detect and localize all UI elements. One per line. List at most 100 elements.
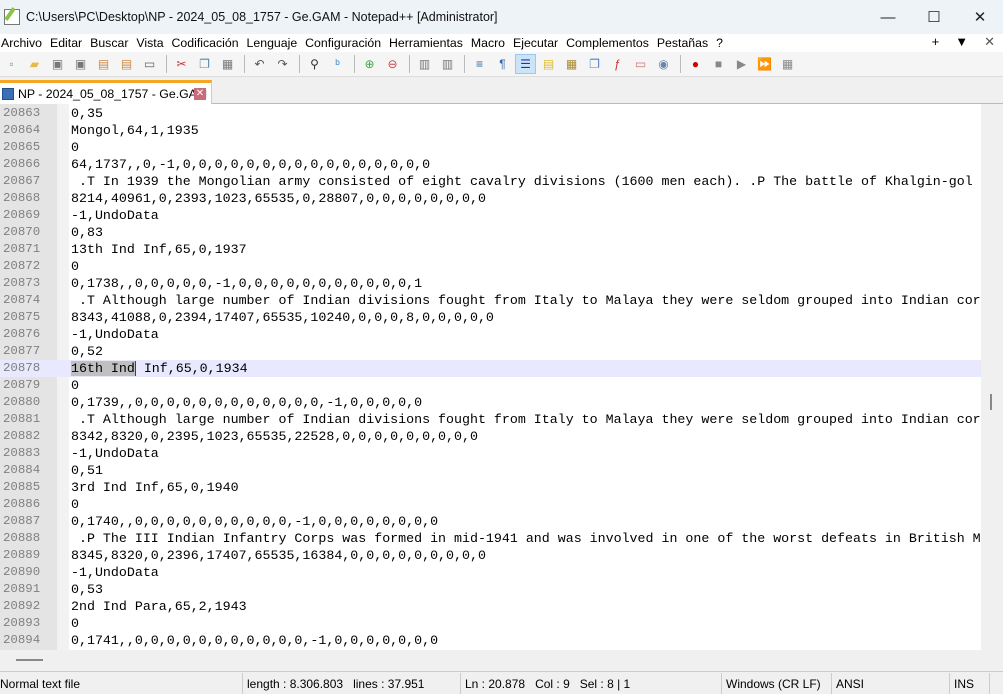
horizontal-scrollbar[interactable] bbox=[0, 650, 1003, 672]
doc-list-icon[interactable]: ❐ bbox=[584, 54, 605, 74]
close-all-icon[interactable]: ▤ bbox=[116, 54, 137, 74]
menu-help[interactable]: ? bbox=[715, 36, 730, 50]
editor-line[interactable]: 20882 8342,8320,0,2395,1023,65535,22528,0… bbox=[0, 428, 981, 445]
editor-line[interactable]: 20893 0 bbox=[0, 615, 981, 632]
menu-lenguaje[interactable]: Lenguaje bbox=[246, 36, 305, 50]
editor-line[interactable]: 20885 3rd Ind Inf,65,0,1940 bbox=[0, 479, 981, 496]
editor-line[interactable]: 20883 -1,UndoData bbox=[0, 445, 981, 462]
menu-complementos[interactable]: Complementos bbox=[565, 36, 656, 50]
line-number: 20883 bbox=[3, 446, 41, 461]
save-macro-icon[interactable]: ▦ bbox=[777, 54, 798, 74]
editor-line[interactable]: 20872 0 bbox=[0, 258, 981, 275]
editor-line[interactable]: 20874 .T Although large number of Indian… bbox=[0, 292, 981, 309]
line-text: 0,51 bbox=[71, 463, 103, 479]
new-tab-button[interactable]: + bbox=[932, 34, 940, 50]
menu-pestanas[interactable]: Pestañas bbox=[656, 36, 715, 50]
editor-line[interactable]: 20867 .T In 1939 the Mongolian army cons… bbox=[0, 173, 981, 190]
find-icon[interactable]: ⚲ bbox=[304, 54, 325, 74]
line-number: 20882 bbox=[3, 429, 41, 444]
open-file-icon[interactable]: ▰ bbox=[24, 54, 45, 74]
sync-v-icon[interactable]: ▥ bbox=[414, 54, 435, 74]
menu-macro[interactable]: Macro bbox=[470, 36, 512, 50]
editor-line[interactable]: 20884 0,51 bbox=[0, 462, 981, 479]
show-all-icon[interactable]: ¶ bbox=[492, 54, 513, 74]
menu-buscar[interactable]: Buscar bbox=[89, 36, 135, 50]
status-ln: Ln : 20.878 bbox=[465, 676, 526, 691]
indent-guide-icon[interactable]: ☰ bbox=[515, 54, 536, 74]
line-text: 2nd Ind Para,65,2,1943 bbox=[71, 599, 247, 615]
cut-icon[interactable]: ✂ bbox=[171, 54, 192, 74]
vertical-scroll-thumb[interactable] bbox=[990, 394, 992, 410]
new-file-icon[interactable]: ▫ bbox=[1, 54, 22, 74]
stop-macro-icon[interactable]: ■ bbox=[708, 54, 729, 74]
editor-line[interactable]: 20873 0,1738,,0,0,0,0,0,-1,0,0,0,0,0,0,0,… bbox=[0, 275, 981, 292]
tab-document[interactable]: NP - 2024_05_08_1757 - Ge.GAM ✕ bbox=[0, 80, 212, 104]
editor-line[interactable]: 20888 .P The III Indian Infantry Corps w… bbox=[0, 530, 981, 547]
editor-line[interactable]: 20866 64,1737,,0,-1,0,0,0,0,0,0,0,0,0,0,0… bbox=[0, 156, 981, 173]
close-icon[interactable]: ▤ bbox=[93, 54, 114, 74]
editor-line[interactable]: 20877 0,52 bbox=[0, 343, 981, 360]
run-macro-icon[interactable]: ⏩ bbox=[754, 54, 775, 74]
editor-line[interactable]: 20887 0,1740,,0,0,0,0,0,0,0,0,0,0,-1,0,0,… bbox=[0, 513, 981, 530]
editor-line[interactable]: 20869 -1,UndoData bbox=[0, 207, 981, 224]
status-length: length : 8.306.803 bbox=[247, 676, 344, 691]
editor-line[interactable]: 20864 Mongol,64,1,1935 bbox=[0, 122, 981, 139]
toolbar-separator bbox=[354, 55, 355, 73]
folder-icon[interactable]: ▭ bbox=[630, 54, 651, 74]
editor-line[interactable]: 20892 2nd Ind Para,65,2,1943 bbox=[0, 598, 981, 615]
udl-icon[interactable]: ▤ bbox=[538, 54, 559, 74]
menu-ejecutar[interactable]: Ejecutar bbox=[512, 36, 565, 50]
record-macro-icon[interactable]: ● bbox=[685, 54, 706, 74]
copy-icon[interactable]: ❐ bbox=[194, 54, 215, 74]
editor-line[interactable]: 20876 -1,UndoData bbox=[0, 326, 981, 343]
tab-list-dropdown[interactable]: ▼ bbox=[955, 34, 968, 50]
zoom-in-icon[interactable]: ⊕ bbox=[359, 54, 380, 74]
doc-map-icon[interactable]: ▦ bbox=[561, 54, 582, 74]
save-all-icon[interactable]: ▣ bbox=[70, 54, 91, 74]
minimize-button[interactable]: — bbox=[865, 0, 911, 34]
sync-h-icon[interactable]: ▥ bbox=[437, 54, 458, 74]
editor-line[interactable]: 20889 8345,8320,0,2396,17407,65535,16384,… bbox=[0, 547, 981, 564]
replace-icon[interactable]: ᵇ bbox=[327, 54, 348, 74]
close-button[interactable]: ✕ bbox=[957, 0, 1003, 34]
menu-herramientas[interactable]: Herramientas bbox=[388, 36, 470, 50]
editor-line[interactable]: 20880 0,1739,,0,0,0,0,0,0,0,0,0,0,0,0,-1,… bbox=[0, 394, 981, 411]
editor-line[interactable]: 20894 0,1741,,0,0,0,0,0,0,0,0,0,0,0,-1,0,… bbox=[0, 632, 981, 649]
save-icon[interactable]: ▣ bbox=[47, 54, 68, 74]
line-text: 64,1737,,0,-1,0,0,0,0,0,0,0,0,0,0,0,0,0,… bbox=[71, 157, 431, 173]
horizontal-scroll-thumb[interactable] bbox=[16, 659, 43, 661]
menu-vista[interactable]: Vista bbox=[135, 36, 170, 50]
editor-line[interactable]: 20875 8343,41088,0,2394,17407,65535,10240… bbox=[0, 309, 981, 326]
menu-archivo[interactable]: Archivo bbox=[0, 36, 49, 50]
text-editor[interactable]: 20863 0,35 20864 Mongol,64,1,1935 20865 0 2086… bbox=[0, 104, 1003, 650]
menu-configuracion[interactable]: Configuración bbox=[304, 36, 388, 50]
editor-line[interactable]: 20881 .T Although large number of Indian… bbox=[0, 411, 981, 428]
editor-line[interactable]: 20868 8214,40961,0,2393,1023,65535,0,2880… bbox=[0, 190, 981, 207]
editor-line[interactable]: 20871 13th Ind Inf,65,0,1937 bbox=[0, 241, 981, 258]
editor-line[interactable]: 20878 16th Ind Inf,65,0,1934 bbox=[0, 360, 981, 378]
play-macro-icon[interactable]: ▶ bbox=[731, 54, 752, 74]
editor-line[interactable]: 20870 0,83 bbox=[0, 224, 981, 241]
toolbar-separator bbox=[299, 55, 300, 73]
editor-line[interactable]: 20891 0,53 bbox=[0, 581, 981, 598]
editor-line[interactable]: 20865 0 bbox=[0, 139, 981, 156]
editor-line[interactable]: 20886 0 bbox=[0, 496, 981, 513]
func-list-icon[interactable]: ƒ bbox=[607, 54, 628, 74]
undo-icon[interactable]: ↶ bbox=[249, 54, 270, 74]
vertical-scrollbar[interactable] bbox=[981, 104, 1003, 650]
menu-codificacion[interactable]: Codificación bbox=[171, 36, 246, 50]
monitor-icon[interactable]: ◉ bbox=[653, 54, 674, 74]
close-document-button[interactable]: ✕ bbox=[984, 34, 995, 50]
print-icon[interactable]: ▭ bbox=[139, 54, 160, 74]
redo-icon[interactable]: ↷ bbox=[272, 54, 293, 74]
maximize-button[interactable]: ☐ bbox=[911, 0, 957, 34]
paste-icon[interactable]: ▦ bbox=[217, 54, 238, 74]
zoom-out-icon[interactable]: ⊖ bbox=[382, 54, 403, 74]
editor-line[interactable]: 20863 0,35 bbox=[0, 105, 981, 122]
editor-line[interactable]: 20890 -1,UndoData bbox=[0, 564, 981, 581]
tab-close-icon[interactable]: ✕ bbox=[194, 88, 206, 100]
menu-editar[interactable]: Editar bbox=[49, 36, 89, 50]
line-number: 20874 bbox=[3, 293, 41, 308]
editor-line[interactable]: 20879 0 bbox=[0, 377, 981, 394]
word-wrap-icon[interactable]: ≡ bbox=[469, 54, 490, 74]
